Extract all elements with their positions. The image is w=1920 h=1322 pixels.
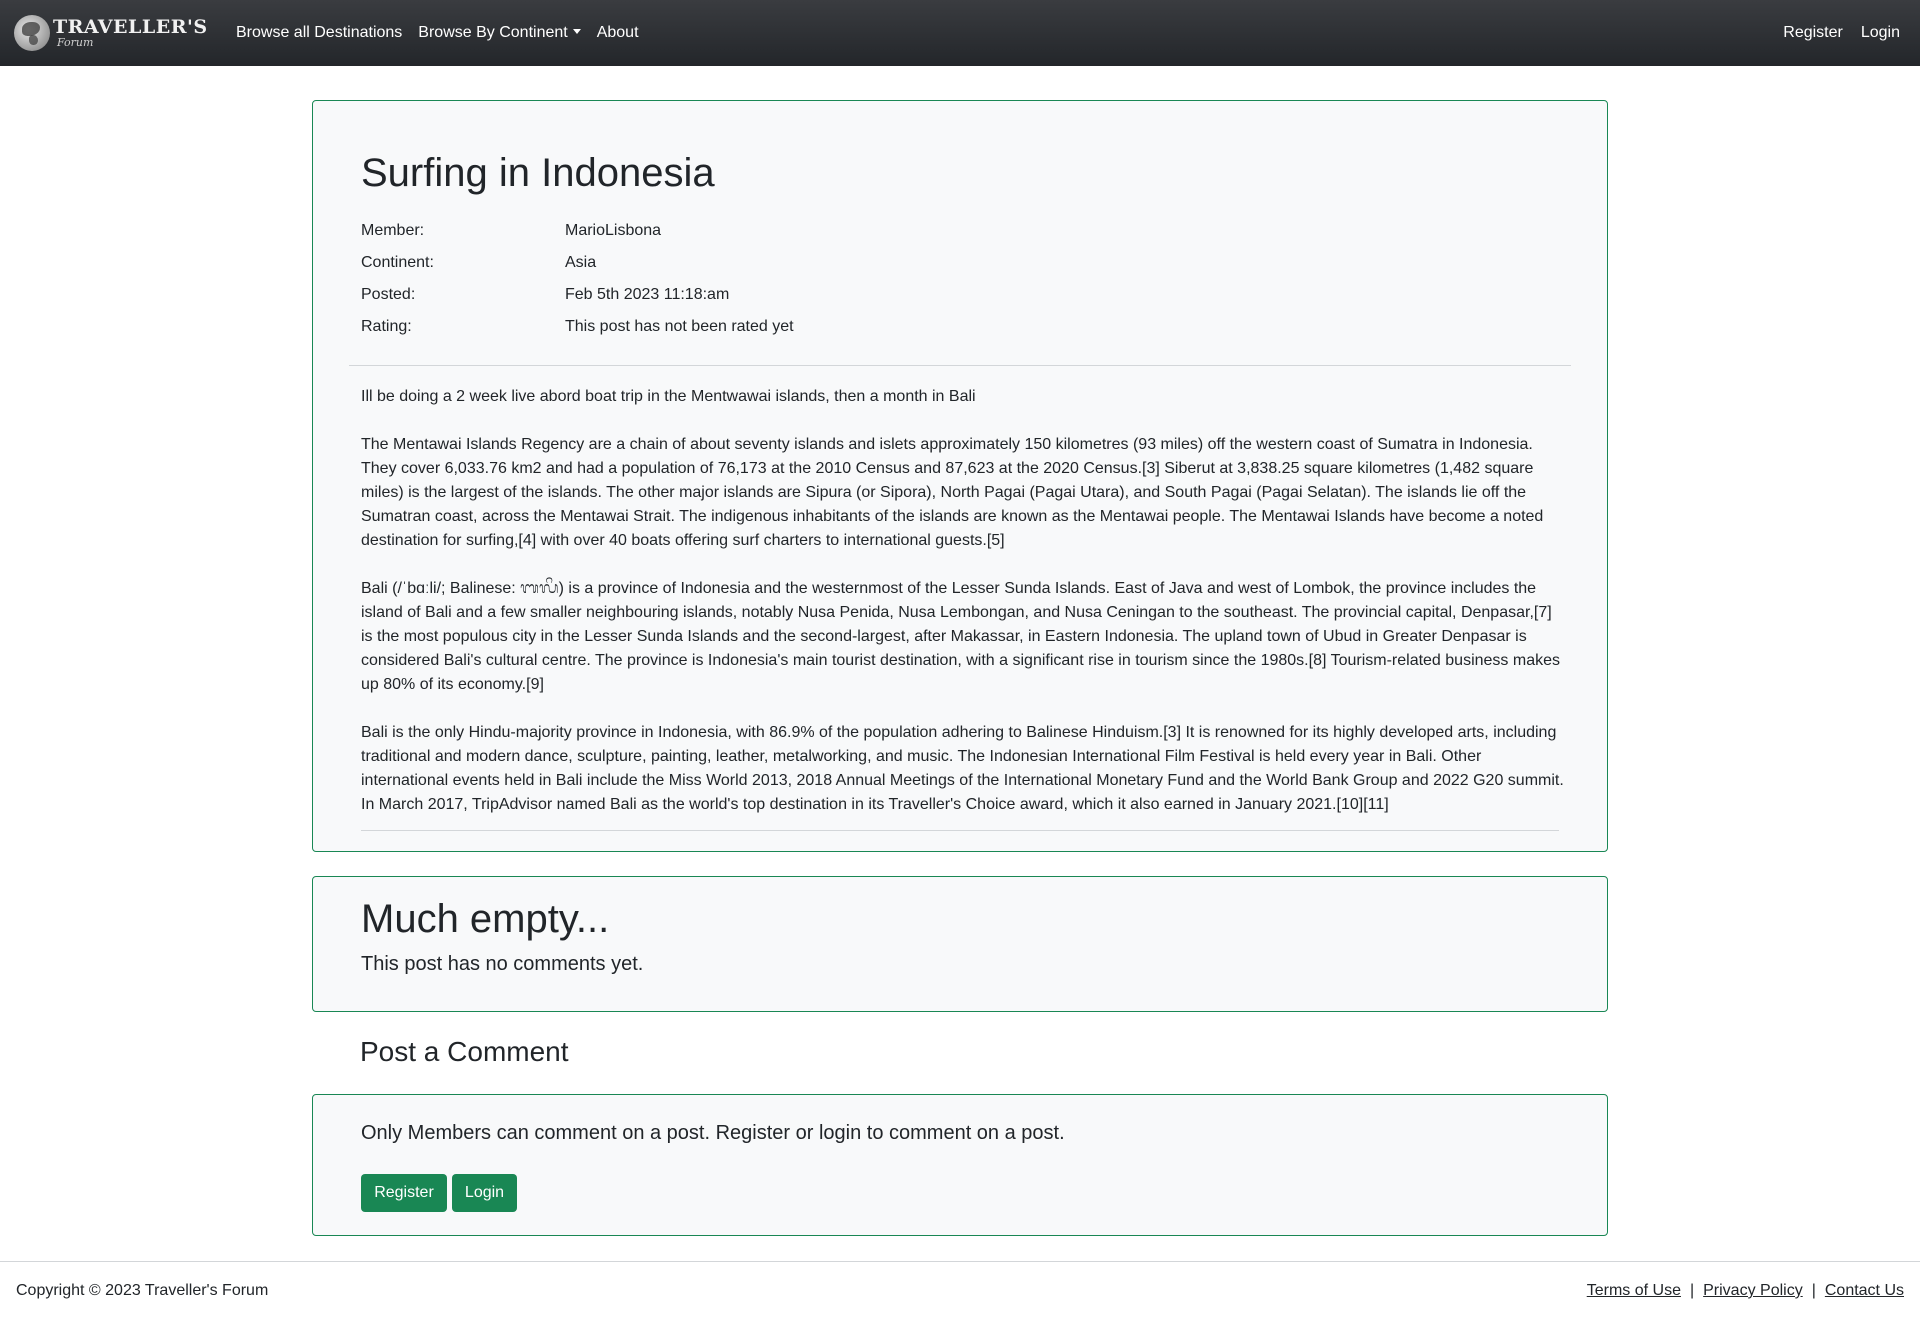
caret-down-icon (572, 29, 581, 34)
nav-about[interactable]: About (597, 24, 639, 42)
brand-title: TRAVELLER'S (53, 16, 208, 38)
nav-browse-by-continent-label: Browse By Continent (418, 24, 568, 41)
globe-icon (14, 15, 50, 51)
post-meta: Member: MarioLisbona Continent: Asia Pos… (361, 215, 794, 343)
members-only-message: Only Members can comment on a post. Regi… (361, 1122, 1065, 1144)
brand-text: TRAVELLER'S Forum (53, 16, 208, 49)
footer-separator: | (1811, 1282, 1816, 1299)
login-button[interactable]: Login (452, 1174, 517, 1212)
post-body: Ill be doing a 2 week live abord boat tr… (361, 385, 1565, 841)
comments-empty-text: This post has no comments yet. (361, 953, 644, 975)
post-title: Surfing in Indonesia (361, 151, 715, 195)
meta-label: Posted: (361, 286, 416, 303)
nav-browse-all-destinations[interactable]: Browse all Destinations (236, 24, 402, 42)
meta-row-posted: Posted: Feb 5th 2023 11:18:am (361, 279, 794, 311)
meta-row-member: Member: MarioLisbona (361, 215, 794, 247)
footer-divider (0, 1261, 1920, 1262)
post-paragraph: The Mentawai Islands Regency are a chain… (361, 436, 1544, 549)
post-paragraph: Ill be doing a 2 week live abord boat tr… (361, 388, 976, 405)
post-comment-heading: Post a Comment (360, 1036, 569, 1067)
register-button[interactable]: Register (361, 1174, 447, 1212)
nav-browse-by-continent-dropdown[interactable]: Browse By Continent (418, 24, 581, 42)
meta-value-posted: Feb 5th 2023 11:18:am (565, 286, 730, 303)
comment-login-card: Only Members can comment on a post. Regi… (312, 1094, 1608, 1236)
nav-register[interactable]: Register (1783, 24, 1843, 42)
brand-logo[interactable]: TRAVELLER'S Forum (14, 13, 207, 53)
brand-subtitle: Forum (57, 36, 94, 49)
divider (361, 830, 1559, 831)
divider (349, 365, 1571, 366)
meta-value-rating: This post has not been rated yet (565, 318, 794, 335)
main-nav: Browse all Destinations Browse By Contin… (236, 0, 655, 66)
footer-link-contact[interactable]: Contact Us (1825, 1282, 1904, 1300)
meta-label: Member: (361, 222, 425, 239)
footer-separator: | (1689, 1282, 1695, 1299)
comments-empty-title: Much empty... (361, 897, 610, 941)
footer-copyright: Copyright © 2023 Traveller's Forum (16, 1282, 269, 1299)
post-paragraph: Bali (/ˈbɑːli/; Balinese: ᬩᬮᬶ) is a prov… (361, 580, 1560, 693)
top-navbar: TRAVELLER'S Forum Browse all Destination… (0, 0, 1920, 66)
footer-link-terms[interactable]: Terms of Use (1587, 1282, 1681, 1300)
auth-nav: Register Login (1765, 0, 1900, 66)
meta-value-continent: Asia (565, 254, 597, 271)
meta-label: Continent: (361, 254, 434, 271)
footer-link-privacy[interactable]: Privacy Policy (1703, 1282, 1803, 1300)
comments-card: Much empty... This post has no comments … (312, 876, 1608, 1012)
meta-label: Rating: (361, 318, 412, 335)
meta-row-rating: Rating: This post has not been rated yet (361, 311, 794, 343)
post-card: Surfing in Indonesia Member: MarioLisbon… (312, 100, 1608, 852)
meta-row-continent: Continent: Asia (361, 247, 794, 279)
post-paragraph: Bali is the only Hindu-majority province… (361, 724, 1564, 813)
footer-links: Terms of Use | Privacy Policy | Contact … (1587, 1282, 1904, 1300)
meta-value-member: MarioLisbona (565, 222, 662, 239)
nav-login[interactable]: Login (1861, 24, 1900, 42)
